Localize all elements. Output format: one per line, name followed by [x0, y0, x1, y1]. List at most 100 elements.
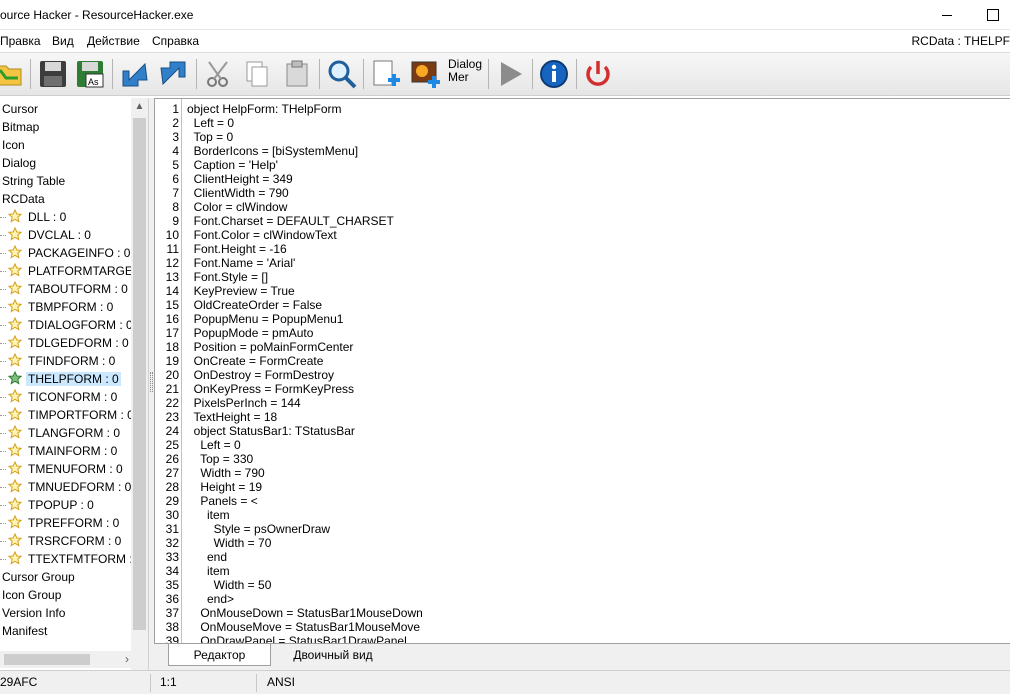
- tree-item-rcdata-child[interactable]: DLL : 0: [0, 208, 68, 226]
- forward-arrow-icon[interactable]: [155, 56, 191, 92]
- code-line[interactable]: Height = 19: [187, 480, 262, 494]
- code-line[interactable]: PixelsPerInch = 144: [187, 396, 301, 410]
- tree-item-rcdata-child[interactable]: TABOUTFORM : 0: [0, 280, 130, 298]
- code-line[interactable]: Left = 0: [187, 116, 234, 130]
- code-line[interactable]: OnKeyPress = FormKeyPress: [187, 382, 354, 396]
- code-line[interactable]: Style = psOwnerDraw: [187, 522, 330, 536]
- tree-item-icon-group[interactable]: Icon Group: [0, 586, 63, 604]
- code-line[interactable]: Panels = <: [187, 494, 257, 508]
- add-resource-icon[interactable]: [368, 56, 404, 92]
- code-line[interactable]: object StatusBar1: TStatusBar: [187, 424, 355, 438]
- code-line[interactable]: Width = 50: [187, 578, 272, 592]
- menu-edit[interactable]: Правка: [0, 34, 41, 48]
- tree-horizontal-scrollbar[interactable]: ›: [0, 651, 131, 668]
- tree-item-rcdata[interactable]: RCData: [0, 190, 47, 208]
- tree-item-cursor[interactable]: Cursor: [0, 100, 40, 118]
- code-line[interactable]: KeyPreview = True: [187, 284, 295, 298]
- tree-item-rcdata-child[interactable]: TFINDFORM : 0: [0, 352, 117, 370]
- tab-editor[interactable]: Редактор: [168, 644, 271, 666]
- code-line[interactable]: object HelpForm: THelpForm: [187, 102, 342, 116]
- info-icon[interactable]: [536, 56, 572, 92]
- tree-item-version-info[interactable]: Version Info: [0, 604, 67, 622]
- scroll-up-arrow-icon[interactable]: ▲: [131, 98, 148, 115]
- tree-item-rcdata-child[interactable]: TDIALOGFORM : 0: [0, 316, 135, 334]
- scroll-right-arrow-icon[interactable]: ›: [125, 651, 129, 668]
- tree-vertical-scrollbar[interactable]: ▲: [131, 98, 148, 670]
- code-line[interactable]: Font.Charset = DEFAULT_CHARSET: [187, 214, 394, 228]
- tree-item-rcdata-child[interactable]: DVCLAL : 0: [0, 226, 93, 244]
- code-line[interactable]: Font.Color = clWindowText: [187, 228, 337, 242]
- tree-item-rcdata-child[interactable]: TDLGEDFORM : 0: [0, 334, 131, 352]
- tree-item-rcdata-child[interactable]: THELPFORM : 0: [0, 370, 121, 388]
- code-line[interactable]: Left = 0: [187, 438, 240, 452]
- tree-item-bitmap[interactable]: Bitmap: [0, 118, 41, 136]
- tree-item-rcdata-child[interactable]: TMNUEDFORM : 0: [0, 478, 133, 496]
- tree-item-rcdata-child[interactable]: TMENUFORM : 0: [0, 460, 125, 478]
- save-as-icon[interactable]: As: [72, 56, 108, 92]
- code-line[interactable]: OnDrawPanel = StatusBar1DrawPanel: [187, 634, 406, 643]
- tree-item-rcdata-child[interactable]: TPOPUP : 0: [0, 496, 96, 514]
- code-line[interactable]: item: [187, 508, 230, 522]
- tree-item-rcdata-child[interactable]: TRSRCFORM : 0: [0, 532, 123, 550]
- code-line[interactable]: Color = clWindow: [187, 200, 288, 214]
- minimize-button[interactable]: [920, 0, 966, 30]
- paste-icon[interactable]: [279, 56, 315, 92]
- save-icon[interactable]: [35, 56, 71, 92]
- code-line[interactable]: Top = 0: [187, 130, 233, 144]
- tree-item-rcdata-child[interactable]: TMAINFORM : 0: [0, 442, 119, 460]
- code-line[interactable]: OnMouseDown = StatusBar1MouseDown: [187, 606, 422, 620]
- menu-view[interactable]: Вид: [52, 34, 74, 48]
- hscroll-thumb[interactable]: [4, 654, 90, 665]
- search-icon[interactable]: [324, 56, 360, 92]
- code-line[interactable]: Font.Style = []: [187, 270, 268, 284]
- code-line[interactable]: Font.Name = 'Arial': [187, 256, 296, 270]
- cut-icon[interactable]: [201, 56, 237, 92]
- code-line[interactable]: TextHeight = 18: [187, 410, 277, 424]
- back-arrow-icon[interactable]: [117, 56, 153, 92]
- tree-item-manifest[interactable]: Manifest: [0, 622, 49, 640]
- code-line[interactable]: ClientHeight = 349: [187, 172, 293, 186]
- code-line[interactable]: PopupMenu = PopupMenu1: [187, 312, 344, 326]
- tree-item-rcdata-child[interactable]: PACKAGEINFO : 0: [0, 244, 132, 262]
- scroll-thumb[interactable]: [133, 118, 146, 630]
- tree-item-rcdata-child[interactable]: PLATFORMTARGET: [0, 262, 142, 280]
- resource-tree[interactable]: Cursor Bitmap Icon Dialog String Table R…: [0, 98, 149, 670]
- tree-item-rcdata-child[interactable]: TICONFORM : 0: [0, 388, 119, 406]
- tree-item-icon[interactable]: Icon: [0, 136, 27, 154]
- copy-icon[interactable]: [239, 56, 275, 92]
- power-icon[interactable]: [580, 56, 616, 92]
- menu-help[interactable]: Справка: [152, 34, 199, 48]
- code-line[interactable]: BorderIcons = [biSystemMenu]: [187, 144, 358, 158]
- code-line[interactable]: OnDestroy = FormDestroy: [187, 368, 334, 382]
- tree-item-string-table[interactable]: String Table: [0, 172, 67, 190]
- tree-item-dialog[interactable]: Dialog: [0, 154, 38, 172]
- tree-item-rcdata-child[interactable]: TTEXTFMTFORM :: [0, 550, 135, 568]
- code-line[interactable]: end: [187, 550, 227, 564]
- code-line[interactable]: OnCreate = FormCreate: [187, 354, 324, 368]
- tree-item-rcdata-child[interactable]: TLANGFORM : 0: [0, 424, 122, 442]
- maximize-button[interactable]: [968, 0, 1010, 30]
- tree-item-rcdata-child[interactable]: TIMPORTFORM : 0: [0, 406, 136, 424]
- code-line[interactable]: end>: [187, 592, 234, 606]
- code-editor[interactable]: 1 2 3 4 5 6 7 8 9 10 11 12 13 14 15 16 17 18 19 20 21 22 23 24 2…: [154, 98, 1010, 643]
- add-image-icon[interactable]: [408, 56, 444, 92]
- open-icon[interactable]: [0, 56, 26, 92]
- run-icon[interactable]: [492, 56, 528, 92]
- tree-item-cursor-group[interactable]: Cursor Group: [0, 568, 77, 586]
- code-line[interactable]: PopupMode = pmAuto: [187, 326, 314, 340]
- code-line[interactable]: OldCreateOrder = False: [187, 298, 322, 312]
- code-line[interactable]: Width = 790: [187, 466, 264, 480]
- tree-item-rcdata-child[interactable]: TBMPFORM : 0: [0, 298, 115, 316]
- code-line[interactable]: Width = 70: [187, 536, 272, 550]
- code-line[interactable]: OnMouseMove = StatusBar1MouseMove: [187, 620, 420, 634]
- code-line[interactable]: Caption = 'Help': [187, 158, 278, 172]
- code-line[interactable]: Font.Height = -16: [187, 242, 287, 256]
- tab-binary-view[interactable]: Двоичный вид: [278, 644, 388, 666]
- code-line[interactable]: item: [187, 564, 230, 578]
- menu-action[interactable]: Действие: [87, 34, 140, 48]
- splitter-grip[interactable]: [150, 372, 153, 392]
- code-line[interactable]: Top = 330: [187, 452, 253, 466]
- code-line[interactable]: Position = poMainFormCenter: [187, 340, 354, 354]
- code-line[interactable]: ClientWidth = 790: [187, 186, 289, 200]
- tree-item-rcdata-child[interactable]: TPREFFORM : 0: [0, 514, 121, 532]
